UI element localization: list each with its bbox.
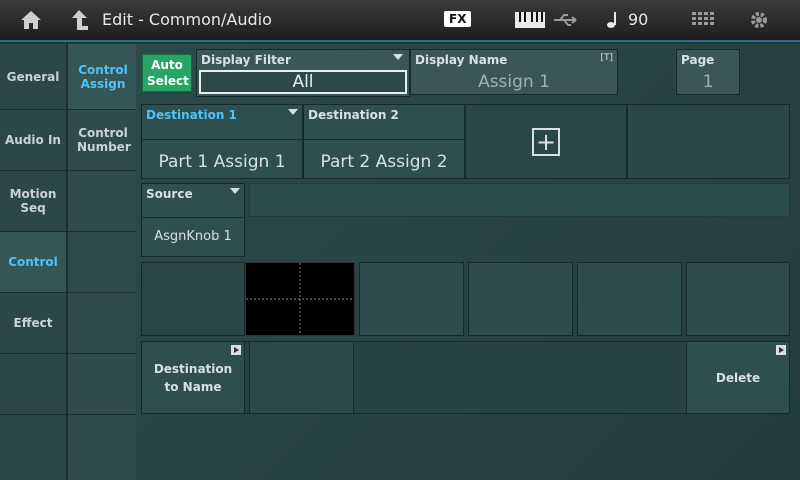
param-box-2[interactable] bbox=[468, 262, 573, 336]
display-name[interactable]: Display Name [T] Assign 1 bbox=[410, 49, 618, 95]
curve-row-empty bbox=[141, 262, 245, 336]
tab-motion-seq[interactable]: Motion Seq bbox=[0, 171, 66, 232]
tempo-value[interactable]: 90 bbox=[628, 10, 648, 29]
tab-empty-3 bbox=[68, 232, 138, 293]
delete-button[interactable]: Delete bbox=[686, 341, 790, 414]
play-arrow-icon bbox=[776, 345, 786, 355]
param-box-3[interactable] bbox=[577, 262, 682, 336]
param-box-1[interactable] bbox=[359, 262, 464, 336]
destination-empty bbox=[627, 104, 790, 179]
curve-graph[interactable] bbox=[245, 262, 355, 336]
fx-badge[interactable]: FX bbox=[444, 11, 472, 27]
dropdown-arrow-icon bbox=[393, 54, 403, 60]
tab-empty-4 bbox=[68, 293, 138, 354]
page-title: Edit - Common/Audio bbox=[102, 10, 272, 29]
tab-audio-in[interactable]: Audio In bbox=[0, 110, 66, 171]
play-arrow-icon bbox=[231, 345, 241, 355]
home-icon[interactable] bbox=[20, 10, 42, 30]
tab-empty-5 bbox=[68, 354, 138, 415]
destination-to-name-button[interactable]: Destination to Name bbox=[141, 341, 245, 414]
curve-graph-axes bbox=[246, 263, 354, 335]
grid-icon[interactable] bbox=[692, 12, 716, 28]
tab-empty-1 bbox=[0, 354, 66, 415]
destination-1[interactable]: Destination 1 Part 1 Assign 1 bbox=[141, 104, 303, 179]
source-selector[interactable]: Source AsgnKnob 1 bbox=[141, 183, 245, 257]
note-icon bbox=[607, 12, 616, 28]
dropdown-arrow-icon bbox=[230, 188, 240, 194]
auto-select-button[interactable]: Auto Select bbox=[142, 54, 192, 92]
tab-control-number[interactable]: Control Number bbox=[68, 110, 138, 171]
category-sidebar: General Audio In Motion Seq Control Effe… bbox=[0, 44, 66, 480]
tab-empty-2 bbox=[68, 171, 138, 232]
display-filter-field[interactable]: All bbox=[199, 70, 407, 94]
display-filter[interactable]: Display Filter All bbox=[196, 49, 410, 97]
keyboard-icon bbox=[515, 12, 545, 28]
page-selector[interactable]: Page 1 bbox=[676, 49, 740, 95]
param-box-4[interactable] bbox=[686, 262, 790, 336]
usb-icon bbox=[554, 14, 577, 26]
destination-2[interactable]: Destination 2 Part 2 Assign 2 bbox=[303, 104, 465, 179]
gear-icon[interactable] bbox=[749, 10, 769, 30]
tab-control[interactable]: Control bbox=[0, 232, 66, 293]
source-strip bbox=[249, 183, 790, 217]
dropdown-arrow-icon bbox=[288, 109, 298, 115]
bottom-empty-box bbox=[249, 341, 354, 414]
text-input-badge: [T] bbox=[600, 53, 613, 63]
back-arrow-icon[interactable] bbox=[70, 9, 90, 31]
top-bar: Edit - Common/Audio FX 90 bbox=[0, 0, 800, 42]
add-destination-button[interactable]: + bbox=[465, 104, 627, 179]
plus-icon: + bbox=[532, 127, 560, 156]
tab-control-assign[interactable]: Control Assign bbox=[68, 44, 138, 110]
subtab-sidebar: Control Assign Control Number bbox=[66, 44, 138, 480]
tab-effect[interactable]: Effect bbox=[0, 293, 66, 354]
tab-general[interactable]: General bbox=[0, 44, 66, 110]
